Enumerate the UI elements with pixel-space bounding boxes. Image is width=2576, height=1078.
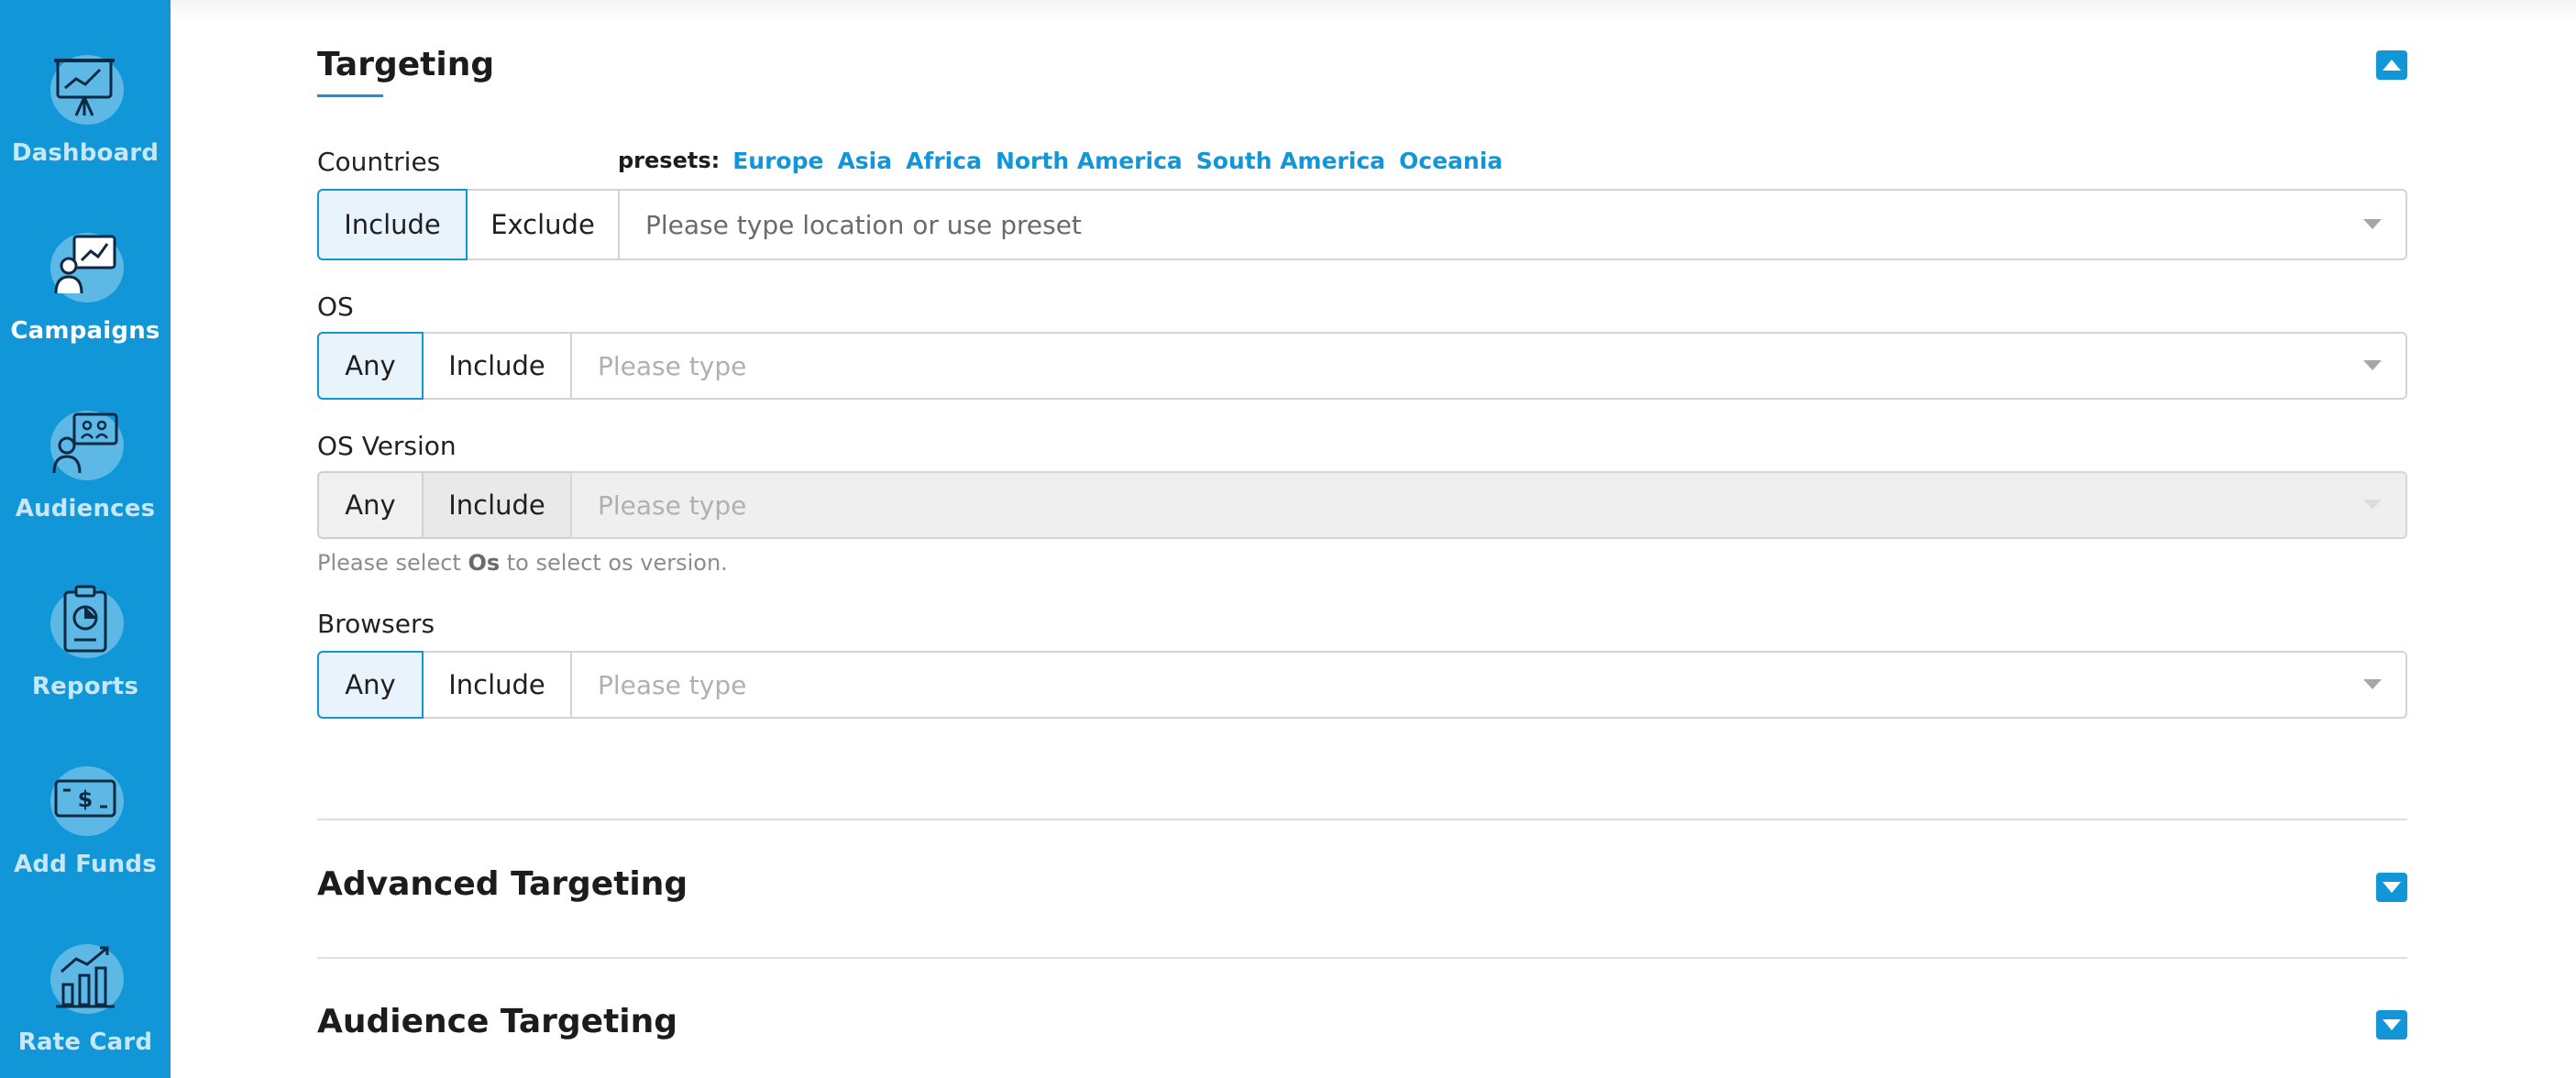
presets-bar: presets: Europe Asia Africa North Americ… bbox=[618, 147, 1516, 174]
preset-oceania[interactable]: Oceania bbox=[1399, 148, 1503, 174]
preset-south-america[interactable]: South America bbox=[1196, 148, 1385, 174]
chevron-down-icon[interactable] bbox=[2363, 360, 2382, 370]
chevron-down-icon bbox=[2383, 1019, 2401, 1030]
countries-exclude-button[interactable]: Exclude bbox=[466, 189, 620, 260]
help-prefix: Please select bbox=[317, 550, 468, 576]
os-row: Any Include bbox=[317, 332, 2407, 400]
sidebar-item-label: Rate Card bbox=[17, 1028, 153, 1056]
advanced-targeting-title[interactable]: Advanced Targeting bbox=[317, 865, 688, 903]
os-version-help-text: Please select Os to select os version. bbox=[317, 550, 728, 576]
os-version-input[interactable] bbox=[598, 490, 2225, 521]
chevron-down-icon[interactable] bbox=[2363, 679, 2382, 689]
preset-europe[interactable]: Europe bbox=[732, 148, 823, 174]
os-version-include-button[interactable]: Include bbox=[422, 471, 572, 539]
browsers-select[interactable] bbox=[570, 651, 2407, 719]
sidebar-item-label: Campaigns bbox=[10, 317, 160, 345]
os-version-any-button[interactable]: Any bbox=[317, 471, 424, 539]
audiences-people-icon bbox=[41, 398, 129, 490]
sidebar-item-label: Audiences bbox=[15, 495, 156, 522]
section-divider bbox=[317, 957, 2407, 959]
preset-africa[interactable]: Africa bbox=[906, 148, 982, 174]
os-any-button[interactable]: Any bbox=[317, 332, 424, 400]
browsers-any-button[interactable]: Any bbox=[317, 651, 424, 719]
main-content: Targeting Countries presets: Europe Asia… bbox=[171, 0, 2576, 1078]
os-select[interactable] bbox=[570, 332, 2407, 400]
countries-label: Countries bbox=[317, 147, 441, 177]
os-include-button[interactable]: Include bbox=[422, 332, 572, 400]
targeting-collapse-button[interactable] bbox=[2376, 50, 2407, 80]
title-underline bbox=[317, 94, 383, 97]
os-version-select[interactable] bbox=[570, 471, 2407, 539]
sidebar-item-label: Dashboard bbox=[11, 139, 160, 167]
sidebar-item-label: Reports bbox=[31, 673, 139, 700]
chevron-down-icon bbox=[2383, 882, 2401, 893]
countries-input[interactable] bbox=[645, 209, 2229, 240]
campaigns-presentation-icon bbox=[41, 220, 129, 312]
os-version-row: Any Include bbox=[317, 471, 2407, 539]
sidebar-item-reports[interactable]: Reports bbox=[0, 576, 171, 741]
sidebar-item-label: Add Funds bbox=[14, 851, 157, 878]
add-funds-bill-icon: $ bbox=[41, 754, 129, 845]
countries-include-button[interactable]: Include bbox=[317, 189, 468, 260]
countries-select[interactable] bbox=[618, 189, 2407, 260]
os-version-label: OS Version bbox=[317, 431, 457, 461]
chevron-down-icon bbox=[2363, 500, 2382, 510]
rate-card-bar-chart-icon bbox=[41, 931, 129, 1023]
preset-north-america[interactable]: North America bbox=[996, 148, 1183, 174]
presets-label: presets: bbox=[618, 148, 721, 173]
app-root: Dashboard Campaigns Audiences Reports $ … bbox=[0, 0, 2576, 1078]
dashboard-chart-icon bbox=[41, 42, 129, 134]
help-bold: Os bbox=[468, 550, 501, 576]
browsers-row: Any Include bbox=[317, 651, 2407, 719]
chevron-up-icon bbox=[2383, 60, 2401, 71]
sidebar-item-campaigns[interactable]: Campaigns bbox=[0, 220, 171, 385]
audience-targeting-expand-button[interactable] bbox=[2376, 1010, 2407, 1040]
browsers-input[interactable] bbox=[598, 669, 2225, 700]
help-suffix: to select os version. bbox=[500, 550, 728, 576]
section-divider bbox=[317, 819, 2407, 820]
chevron-down-icon[interactable] bbox=[2363, 219, 2382, 229]
sidebar-item-rate-card[interactable]: Rate Card bbox=[0, 931, 171, 1078]
audience-targeting-title[interactable]: Audience Targeting bbox=[317, 1003, 677, 1040]
targeting-title: Targeting bbox=[317, 46, 495, 83]
top-shadow bbox=[171, 0, 2576, 20]
browsers-include-button[interactable]: Include bbox=[422, 651, 572, 719]
sidebar: Dashboard Campaigns Audiences Reports $ … bbox=[0, 0, 171, 1078]
svg-text:$: $ bbox=[78, 786, 94, 812]
os-label: OS bbox=[317, 292, 354, 322]
sidebar-item-dashboard[interactable]: Dashboard bbox=[0, 42, 171, 207]
os-input[interactable] bbox=[598, 350, 2225, 381]
browsers-label: Browsers bbox=[317, 609, 435, 639]
preset-asia[interactable]: Asia bbox=[837, 148, 892, 174]
countries-row: Include Exclude bbox=[317, 189, 2407, 260]
reports-clipboard-icon bbox=[41, 576, 129, 667]
advanced-targeting-expand-button[interactable] bbox=[2376, 873, 2407, 902]
sidebar-item-audiences[interactable]: Audiences bbox=[0, 398, 171, 563]
sidebar-item-add-funds[interactable]: $ Add Funds bbox=[0, 754, 171, 918]
